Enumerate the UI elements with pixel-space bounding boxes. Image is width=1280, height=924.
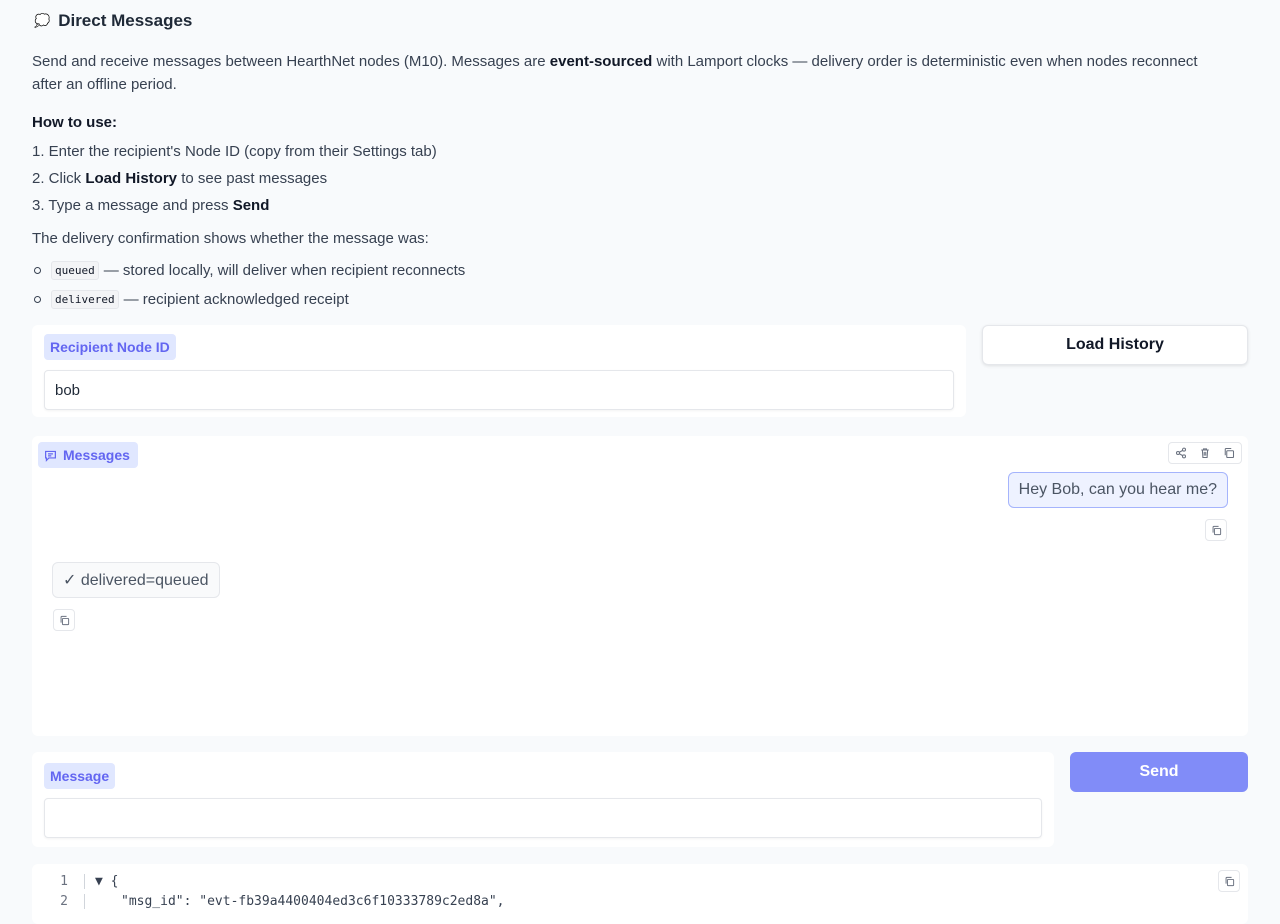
chat-toolbar <box>1168 442 1242 464</box>
copy-json-button[interactable] <box>1218 870 1240 892</box>
recipient-input[interactable]: bob <box>44 370 954 410</box>
copy-message-button[interactable] <box>53 609 75 631</box>
status-item-delivered: delivered — recipient acknowledged recei… <box>32 285 465 314</box>
page-header: 💭 Direct Messages <box>34 11 192 31</box>
recipient-label: Recipient Node ID <box>44 334 176 360</box>
step-3: 3. Type a message and press Send <box>32 197 270 214</box>
confirmation-intro: The delivery confirmation shows whether … <box>32 230 429 247</box>
bullet-icon <box>34 296 41 303</box>
user-message: Hey Bob, can you hear me? <box>1007 472 1228 508</box>
speech-bubble-icon: 💭 <box>34 13 51 28</box>
messages-label: Messages <box>38 442 138 468</box>
howto-steps: 1. Enter the recipient's Node ID (copy f… <box>32 138 437 219</box>
status-list: queued — stored locally, will deliver wh… <box>32 256 465 314</box>
copy-icon <box>1225 876 1234 886</box>
howto-title: How to use: <box>32 114 117 131</box>
chat-icon <box>45 450 56 462</box>
code-line: 2 "msg_id": "evt-fb39a4400404ed3c6f10333… <box>32 891 505 911</box>
share-icon <box>1175 447 1187 459</box>
copy-message-button[interactable] <box>1205 519 1227 541</box>
message-panel: Message <box>32 752 1054 847</box>
bot-message: ✓ delivered=queued <box>52 562 220 598</box>
load-history-button[interactable]: Load History <box>982 325 1248 365</box>
copy-icon <box>1212 525 1221 535</box>
copy-icon <box>1224 447 1235 459</box>
code-text: ▼ { <box>95 873 119 889</box>
line-number: 1 <box>32 873 85 889</box>
chat-panel: Messages Hey Bob, can you hear me? ✓ del… <box>32 436 1248 736</box>
copy-icon <box>60 615 69 625</box>
page-title: Direct Messages <box>58 11 193 30</box>
description: Send and receive messages between Hearth… <box>32 53 1198 93</box>
code-line: 1 ▼ { <box>32 871 118 891</box>
status-code: queued <box>51 261 99 280</box>
copy-all-button[interactable] <box>1217 443 1241 463</box>
send-button[interactable]: Send <box>1070 752 1248 792</box>
recipient-panel: Recipient Node ID bob <box>32 325 966 417</box>
message-input[interactable] <box>44 798 1042 838</box>
clear-button[interactable] <box>1193 443 1217 463</box>
json-output: 1 ▼ { 2 "msg_id": "evt-fb39a4400404ed3c6… <box>32 864 1248 924</box>
trash-icon <box>1201 448 1209 459</box>
status-text: — stored locally, will deliver when reci… <box>103 262 466 279</box>
status-code: delivered <box>51 290 119 309</box>
share-button[interactable] <box>1169 443 1193 463</box>
line-number: 2 <box>32 893 85 909</box>
status-text: — recipient acknowledged receipt <box>123 291 349 308</box>
code-text: "msg_id": "evt-fb39a4400404ed3c6f1033378… <box>121 893 505 909</box>
step-1: 1. Enter the recipient's Node ID (copy f… <box>32 143 437 160</box>
step-2: 2. Click Load History to see past messag… <box>32 170 328 187</box>
message-label: Message <box>44 763 116 789</box>
status-item-queued: queued — stored locally, will deliver wh… <box>32 256 465 285</box>
bullet-icon <box>34 267 41 274</box>
